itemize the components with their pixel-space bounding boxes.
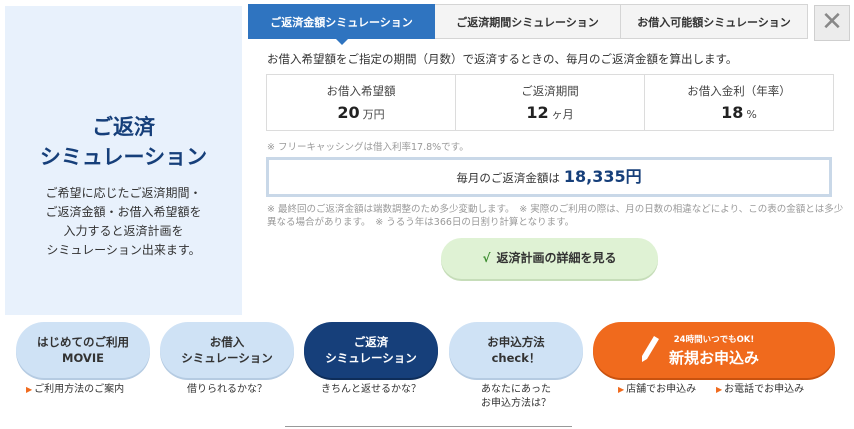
arrow-right-icon: ▶ [26,385,33,394]
detail-button-label: 返済計画の詳細を見る [496,251,617,265]
tab-repayment-amount[interactable]: ご返済金額シミュレーション [248,4,435,45]
apply-tagline: 24時間いつでもOK! [673,335,755,345]
period-field[interactable]: ご返済期間 12 ヶ月 [455,75,644,130]
rate-value: 18 [721,103,744,122]
close-icon: ✕ [821,7,843,37]
repay-caption: きちんと返せるかな？ [321,384,421,395]
check-icon: √ [482,251,491,265]
new-application-button[interactable]: 24時間いつでもOK! 新規お申込み [593,322,835,378]
usage-guide-link[interactable]: ▶ ご利用方法のご案内 [26,384,124,395]
rate-field[interactable]: お借入金利（年率） 18% [644,75,833,130]
nav-first-time-movie[interactable]: はじめてのご利用 MOVIE [16,322,150,378]
period-label: ご返済期間 [521,84,579,98]
result-label: 毎月のご返済金額は [456,171,560,185]
amount-field[interactable]: お借入希望額 20 万円 [267,75,455,130]
intro-text: お借入希望額をご指定の期間（月数）で返済するときの、毎月のご返済金額を算出します… [267,52,738,66]
nav-borrow-simulation[interactable]: お借入 シミュレーション [160,322,294,378]
info-panel: ご返済 シミュレーション ご希望に応じたご返済期間・ ご返済金額・お借入希望額を… [5,6,242,315]
pen-icon [642,336,659,362]
amount-value: 20 [337,103,360,122]
panel-title: ご返済 シミュレーション [39,115,208,169]
tab-repayment-period[interactable]: ご返済期間シミュレーション [435,4,621,39]
tab-borrowing-limit[interactable]: お借入可能額シミュレーション [621,4,808,39]
amount-label: お借入希望額 [326,84,396,98]
close-button[interactable]: ✕ [814,5,850,41]
store-application-link[interactable]: ▶ 店舗でお申込み [618,384,696,395]
arrow-right-icon: ▶ [618,385,625,394]
simulation-inputs: お借入希望額 20 万円 ご返済期間 12 ヶ月 お借入金利（年率） 18% [266,74,834,131]
divider [285,426,572,427]
simulation-tabs: ご返済金額シミュレーション ご返済期間シミュレーション お借入可能額シミュレーシ… [248,4,808,45]
period-value: 12 [526,103,549,122]
phone-application-link[interactable]: ▶ お電話でお申込み [716,384,804,395]
rate-label: お借入金利（年率） [687,84,791,98]
view-plan-details-button[interactable]: √ 返済計画の詳細を見る [441,238,658,279]
rate-note: ※ フリーキャッシングは借入利率17.8%です。 [267,142,469,153]
rate-unit: % [746,108,757,121]
arrow-right-icon: ▶ [716,385,723,394]
disclaimer-note: ※ 最終回のご返済金額は端数調整のため多少変動します。 ※ 実際のご利用の際は、… [267,204,844,228]
amount-unit: 万円 [362,108,385,121]
apply-label: 新規お申込み [668,349,759,367]
method-caption: あなたにあった お申込方法は？ [481,384,551,409]
nav-application-method[interactable]: お申込方法 check！ [449,322,583,378]
result-box: 毎月のご返済金額は 18,335円 [266,157,832,197]
nav-repay-simulation[interactable]: ご返済 シミュレーション [304,322,438,378]
period-unit: ヶ月 [551,108,574,121]
result-value: 18,335円 [563,167,642,186]
panel-description: ご希望に応じたご返済期間・ ご返済金額・お借入希望額を 入力すると返済計画を シ… [45,186,202,257]
borrow-caption: 借りられるかな？ [187,384,267,395]
